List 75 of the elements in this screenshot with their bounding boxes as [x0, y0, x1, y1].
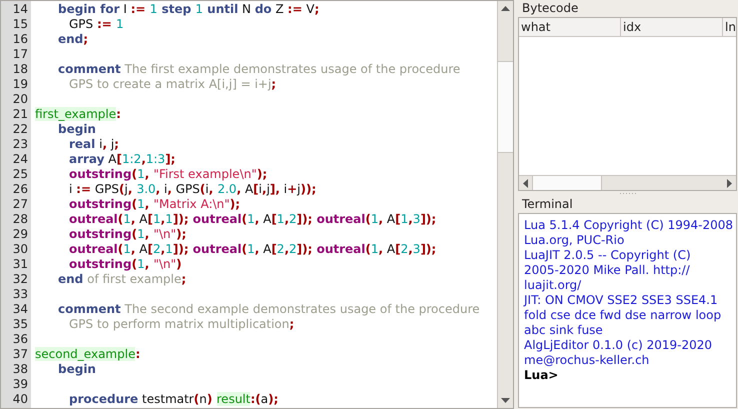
column-header[interactable]: ln — [723, 18, 736, 36]
vertical-scrollbar[interactable] — [497, 1, 513, 408]
code-line: outstring(1, "\n") — [69, 257, 182, 271]
line-number: 16 — [12, 32, 29, 47]
line-number: 29 — [12, 227, 29, 242]
code-line: outstring(1, "\n"); — [69, 227, 186, 241]
code-line: begin — [58, 122, 96, 136]
line-number: 17 — [12, 47, 29, 62]
scrollbar-thumb[interactable] — [532, 176, 602, 190]
code-line: array A[1:2,1:3]; — [69, 152, 176, 166]
line-number: 38 — [12, 362, 29, 377]
line-number: 26 — [12, 182, 29, 197]
scroll-up-icon[interactable] — [501, 6, 510, 11]
line-number: 31 — [12, 257, 29, 272]
line-number: 27 — [12, 197, 29, 212]
scrollbar-thumb[interactable] — [498, 61, 513, 153]
terminal-line: luajit.org/ — [524, 278, 582, 293]
line-number: 36 — [12, 332, 29, 347]
line-number: 20 — [12, 92, 29, 107]
panel-title: Terminal — [521, 196, 574, 213]
scroll-down-icon[interactable] — [501, 398, 510, 403]
terminal-line: 2005-2020 Mike Pall. http:// — [524, 263, 691, 278]
terminal-output[interactable] — [518, 213, 737, 408]
line-number: 28 — [12, 212, 29, 227]
code-line: begin — [58, 362, 96, 376]
code-line: real i, j; — [69, 137, 119, 151]
line-number: 15 — [12, 17, 29, 32]
code-line: GPS to perform matrix multiplication; — [69, 317, 294, 331]
terminal-line: Lua 5.1.4 Copyright (C) 1994-2008 — [524, 218, 731, 233]
terminal-prompt: Lua> — [524, 368, 560, 383]
scroll-left-icon[interactable] — [523, 178, 528, 188]
code-line: end; — [58, 32, 88, 46]
code-line: i := GPS(j, 3.0, i, GPS(i, 2.0, A[i,j], i+j)); — [69, 182, 316, 196]
line-number: 25 — [12, 167, 29, 182]
line-number: 35 — [12, 317, 29, 332]
code-editor[interactable] — [0, 0, 514, 409]
code-line: first_example: — [35, 107, 121, 121]
line-number: 14 — [12, 2, 29, 17]
terminal-line: LuaJIT 2.0.5 -- Copyright (C) — [524, 248, 692, 263]
code-line: second_example: — [35, 347, 140, 361]
code-line: comment The second example demonstrates usage of the procedure — [58, 302, 480, 316]
terminal-line: me@rochus-keller.ch — [524, 353, 650, 368]
code-line: end of first example; — [58, 272, 186, 286]
code-line: GPS to create a matrix A[i,j] = i+j; — [69, 77, 276, 91]
line-number: 40 — [12, 392, 29, 407]
line-number: 39 — [12, 377, 29, 392]
code-line: outreal(1, A[2,1]); outreal(1, A[2,2]); outreal(1, A[2,3]); — [69, 242, 436, 256]
terminal-line: AlgLjEditor 0.1.0 (c) 2019-2020 — [524, 338, 714, 353]
code-line: begin for I := 1 step 1 until N do Z := V; — [58, 2, 320, 16]
terminal-line: JIT: ON CMOV SSE2 SSE3 SSE4.1 — [524, 293, 719, 308]
line-number: 30 — [12, 242, 29, 257]
line-number: 18 — [12, 62, 29, 77]
code-line: outstring(1, "Matrix A:\n"); — [69, 197, 240, 211]
line-number: 24 — [12, 152, 29, 167]
line-number: 21 — [12, 107, 29, 122]
line-number: 37 — [12, 347, 29, 362]
terminal-line: fold cse dce fwd dse narrow loop — [524, 308, 722, 323]
code-line: GPS := 1 — [69, 17, 124, 31]
scroll-right-icon[interactable] — [727, 178, 732, 188]
code-line: comment The first example demonstrates usage of the procedure — [58, 62, 460, 76]
line-number: 32 — [12, 272, 29, 287]
code-line: outstring(1, "First example\n"); — [69, 167, 268, 181]
column-header[interactable]: idx — [621, 18, 723, 36]
line-number: 34 — [12, 302, 29, 317]
line-number: 23 — [12, 137, 29, 152]
terminal-line: Lua.org, PUC-Rio — [524, 233, 626, 248]
line-number: 19 — [12, 77, 29, 92]
horizontal-scrollbar[interactable] — [519, 175, 736, 190]
line-number: 33 — [12, 287, 29, 302]
code-line: procedure testmatr(n) result:(a); — [69, 392, 278, 406]
line-number: 22 — [12, 122, 29, 137]
code-line: outreal(1, A[1,1]); outreal(1, A[1,2]); outreal(1, A[1,3]); — [69, 212, 436, 226]
column-header[interactable]: what — [519, 18, 621, 36]
terminal-line: abc sink fuse — [524, 323, 604, 338]
panel-title: Bytecode — [521, 0, 580, 17]
